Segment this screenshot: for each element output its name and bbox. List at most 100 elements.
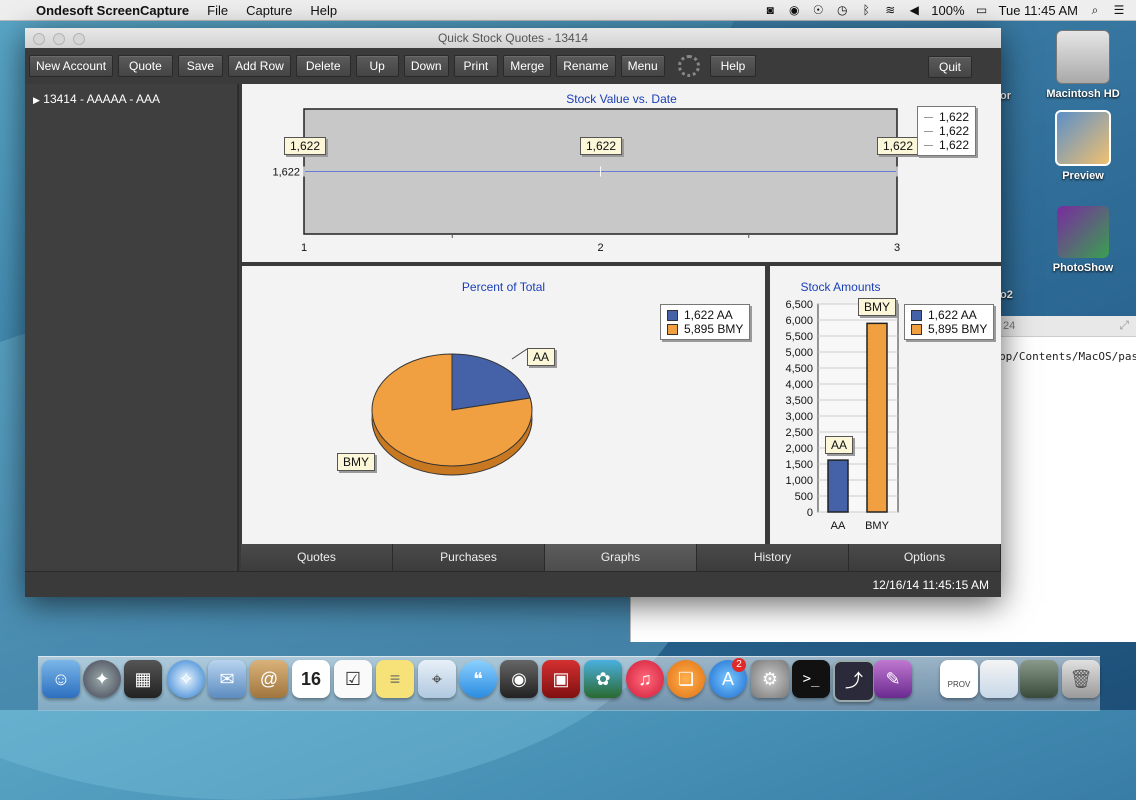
- down-button[interactable]: Down: [403, 55, 449, 77]
- notification-center-icon[interactable]: ☰: [1112, 3, 1126, 17]
- system-preferences-icon[interactable]: ⚙: [751, 660, 789, 698]
- clock[interactable]: Tue 11:45 AM: [999, 3, 1079, 18]
- desktop-icon-preview[interactable]: Preview: [1038, 110, 1128, 182]
- document-stack-icon[interactable]: [980, 660, 1018, 698]
- fullscreen-icon[interactable]: ⤢: [1119, 318, 1129, 333]
- calendar-icon[interactable]: 16: [292, 660, 330, 698]
- rename-button[interactable]: Rename: [556, 55, 616, 77]
- desktop-partial-label: or: [1000, 90, 1011, 102]
- provisioning-file-icon[interactable]: PROV: [940, 660, 978, 698]
- contacts-icon[interactable]: @: [250, 660, 288, 698]
- time-machine-icon[interactable]: ◷: [835, 3, 849, 17]
- stock-value-chart-panel: Stock Value vs. Date 1 2 3 1,622 1,622 1,62…: [242, 84, 1001, 262]
- screenshot-stack-icon[interactable]: [1020, 660, 1058, 698]
- x-tick-label: 3: [894, 242, 900, 254]
- messages-icon[interactable]: ❝: [459, 660, 497, 698]
- save-button[interactable]: Save: [177, 55, 224, 77]
- tab-history[interactable]: History: [697, 544, 849, 571]
- menu-button[interactable]: Menu: [620, 55, 665, 77]
- menu-file[interactable]: File: [207, 3, 228, 18]
- print-button[interactable]: Print: [453, 55, 499, 77]
- help-button[interactable]: Help: [709, 55, 757, 77]
- maps-icon[interactable]: ⌖: [418, 660, 456, 698]
- status-bar: 12/16/14 11:45:15 AM: [25, 571, 1001, 597]
- desktop-icon-label: PhotoShow: [1052, 262, 1114, 274]
- volume-icon[interactable]: ◀: [907, 3, 921, 17]
- disclosure-triangle-icon[interactable]: ▶: [33, 95, 40, 105]
- legend-entry: 1,622: [924, 138, 969, 152]
- bluetooth-icon[interactable]: ᛒ: [859, 3, 873, 17]
- merge-button[interactable]: Merge: [503, 55, 552, 77]
- tree-item-account[interactable]: ▶ 13414 - AAAAA - AAA: [25, 84, 237, 106]
- sync-status-icon[interactable]: ◉: [787, 3, 801, 17]
- spotlight-icon[interactable]: ⌕: [1088, 3, 1102, 17]
- desktop-icon-photoshow[interactable]: PhotoShow: [1038, 206, 1128, 274]
- desktop-icon-macintosh-hd[interactable]: Macintosh HD: [1038, 30, 1128, 100]
- facetime-icon[interactable]: ◉: [500, 660, 538, 698]
- tab-purchases[interactable]: Purchases: [393, 544, 545, 571]
- mission-control-icon[interactable]: ▦: [124, 660, 162, 698]
- point-label: 1,622: [877, 137, 920, 155]
- point-label: 1,622: [580, 137, 623, 155]
- bg-window-text: pp/Contents/MacOS/pas: [999, 350, 1136, 363]
- ibooks-icon[interactable]: ❏: [667, 660, 705, 698]
- tab-bar: Quotes Purchases Graphs History Options: [241, 544, 1001, 571]
- quick-stock-quotes-app-icon[interactable]: ⤴: [833, 660, 875, 702]
- y-tick-label: 6,000: [785, 315, 813, 327]
- toolbar: New Account Quote Save Add Row Delete Up…: [25, 48, 1001, 84]
- menu-help[interactable]: Help: [310, 3, 337, 18]
- notes-icon[interactable]: ≡: [376, 660, 414, 698]
- tab-quotes[interactable]: Quotes: [241, 544, 393, 571]
- preview-app-icon: [1055, 110, 1111, 166]
- finder-icon[interactable]: ☺: [42, 660, 80, 698]
- y-tick-label: 1,000: [785, 475, 813, 487]
- tab-options[interactable]: Options: [849, 544, 1001, 571]
- bar-legend: 1,622 AA 5,895 BMY: [904, 304, 995, 340]
- quit-button[interactable]: Quit: [927, 56, 972, 78]
- menu-capture[interactable]: Capture: [246, 3, 292, 18]
- new-account-button[interactable]: New Account: [29, 55, 114, 77]
- y-tick-label: 1,622: [272, 167, 300, 179]
- wifi-icon[interactable]: ≋: [883, 3, 897, 17]
- app-menu[interactable]: Ondesoft ScreenCapture: [36, 3, 189, 18]
- legend-label: 1,622: [939, 110, 970, 124]
- window-titlebar[interactable]: Quick Stock Quotes - 13414: [25, 28, 1001, 48]
- legend-label: 1,622: [939, 138, 970, 152]
- y-tick-label: 0: [807, 507, 813, 519]
- y-tick-label: 6,500: [785, 299, 813, 311]
- photoshow-dock-icon[interactable]: ✎: [874, 660, 912, 698]
- reminders-icon[interactable]: ☑: [334, 660, 372, 698]
- iphoto-icon[interactable]: ✿: [584, 660, 622, 698]
- up-button[interactable]: Up: [355, 55, 399, 77]
- y-tick-label: 1,500: [785, 459, 813, 471]
- legend-label: 1,622 AA: [684, 308, 733, 322]
- accessibility-icon[interactable]: ☉: [811, 3, 825, 17]
- capture-status-icon[interactable]: ◙: [763, 3, 777, 17]
- itunes-icon[interactable]: ♫: [626, 660, 664, 698]
- status-area: ◙ ◉ ☉ ◷ ᛒ ≋ ◀ 100% ▭ Tue 11:45 AM ⌕ ☰: [763, 0, 1126, 20]
- mail-icon[interactable]: ✉: [208, 660, 246, 698]
- account-tree: ▶ 13414 - AAAAA - AAA: [25, 84, 239, 571]
- quote-button[interactable]: Quote: [118, 55, 173, 77]
- menubar: Ondesoft ScreenCapture File Capture Help…: [0, 0, 1136, 21]
- battery-icon[interactable]: ▭: [975, 3, 989, 17]
- legend-label: 1,622: [939, 124, 970, 138]
- close-window-button[interactable]: [33, 33, 45, 45]
- photo-booth-icon[interactable]: ▣: [542, 660, 580, 698]
- legend-entry: 5,895 BMY: [667, 322, 743, 336]
- desktop-icon-label: Preview: [1062, 170, 1104, 182]
- zoom-window-button[interactable]: [73, 33, 85, 45]
- y-tick-label: 5,500: [785, 331, 813, 343]
- legend-entry: 5,895 BMY: [911, 322, 987, 336]
- launchpad-icon[interactable]: ✦: [83, 660, 121, 698]
- tab-graphs[interactable]: Graphs: [545, 544, 697, 571]
- minimize-window-button[interactable]: [53, 33, 65, 45]
- x-tick-label: 2: [597, 242, 603, 254]
- add-row-button[interactable]: Add Row: [228, 55, 291, 77]
- battery-percent[interactable]: 100%: [931, 3, 964, 18]
- calendar-day: 16: [300, 669, 322, 689]
- terminal-icon[interactable]: >_: [792, 660, 830, 698]
- safari-icon[interactable]: ✧: [167, 660, 205, 698]
- trash-icon[interactable]: 🗑: [1062, 660, 1100, 698]
- delete-button[interactable]: Delete: [295, 55, 351, 77]
